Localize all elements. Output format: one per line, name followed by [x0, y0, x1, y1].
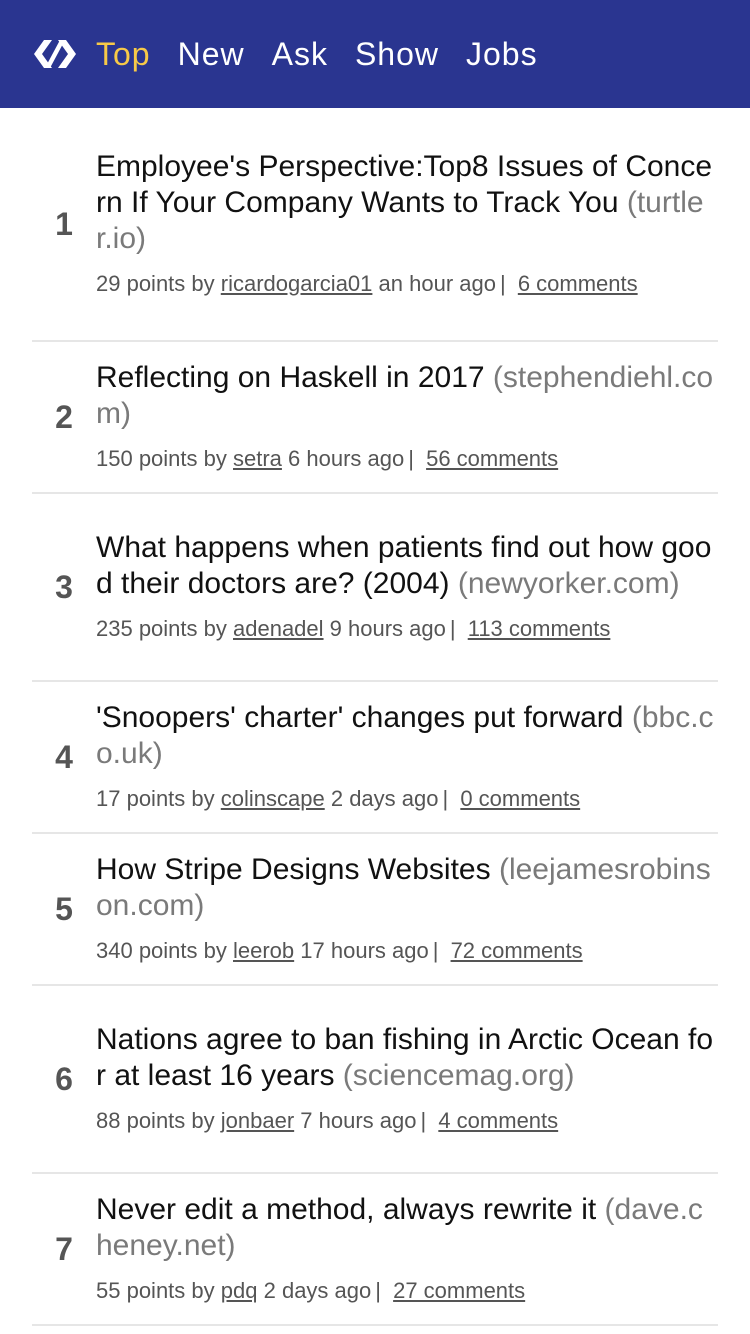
story-points: 55 points by: [96, 1278, 215, 1303]
nav-tab-ask[interactable]: Ask: [272, 36, 328, 73]
story-comments-link[interactable]: 72 comments: [451, 938, 583, 963]
story-points: 17 points by: [96, 786, 215, 811]
story-meta: 150 points by setra 6 hours ago | 56 comm…: [96, 446, 559, 471]
story-item: 4 'Snoopers' charter' changes put forwar…: [32, 682, 718, 834]
story-rank: 4: [55, 738, 73, 775]
story-title-link[interactable]: Employee's Perspective:Top8 Issues of Co…: [96, 150, 712, 219]
story-title: Reflecting on Haskell in 2017 (stephendi…: [96, 360, 718, 432]
story-body: Employee's Perspective:Top8 Issues of Co…: [96, 149, 718, 299]
story-item: 2 Reflecting on Haskell in 2017 (stephen…: [32, 342, 718, 494]
story-meta: 235 points by adenadel 9 hours ago | 113 …: [96, 616, 611, 641]
story-body: How Stripe Designs Websites (leejamesrob…: [96, 852, 718, 966]
story-user-link[interactable]: jonbaer: [221, 1108, 294, 1133]
nav-tab-jobs[interactable]: Jobs: [466, 36, 538, 73]
story-host: (sciencemag.org): [342, 1059, 575, 1092]
story-item: 5 How Stripe Designs Websites (leejamesr…: [32, 834, 718, 986]
story-item: 7 Never edit a method, always rewrite it…: [32, 1174, 718, 1326]
story-rank: 2: [55, 398, 73, 435]
story-user-link[interactable]: pdq: [221, 1278, 258, 1303]
story-title-link[interactable]: Reflecting on Haskell in 2017: [96, 361, 485, 394]
story-time: 2 days ago: [330, 786, 439, 811]
story-host: (newyorker.com): [457, 567, 680, 600]
story-comments-link[interactable]: 0 comments: [460, 786, 580, 811]
story-user-link[interactable]: setra: [233, 446, 282, 471]
story-points: 29 points by: [96, 271, 215, 296]
story-item: 6 Nations agree to ban fishing in Arctic…: [32, 986, 718, 1174]
story-meta: 340 points by leerob 17 hours ago | 72 co…: [96, 938, 583, 963]
story-meta: 55 points by pdq 2 days ago | 27 comments: [96, 1278, 526, 1303]
story-rank: 1: [55, 205, 73, 242]
story-title: What happens when patients find out how …: [96, 530, 718, 602]
story-time: 2 days ago: [263, 1278, 372, 1303]
story-body: Reflecting on Haskell in 2017 (stephendi…: [96, 360, 718, 474]
story-points: 150 points by: [96, 446, 227, 471]
story-comments-link[interactable]: 113 comments: [468, 616, 611, 641]
story-body: 'Snoopers' charter' changes put forward …: [96, 700, 718, 814]
story-time: 6 hours ago: [288, 446, 405, 471]
story-body: Nations agree to ban fishing in Arctic O…: [96, 1022, 718, 1136]
story-rank: 6: [55, 1060, 73, 1097]
story-title: Employee's Perspective:Top8 Issues of Co…: [96, 149, 718, 257]
story-time: 17 hours ago: [300, 938, 429, 963]
story-rank: 3: [55, 568, 73, 605]
story-list: 1 Employee's Perspective:Top8 Issues of …: [0, 108, 750, 1326]
story-comments-link[interactable]: 4 comments: [438, 1108, 558, 1133]
story-title-link[interactable]: 'Snoopers' charter' changes put forward: [96, 701, 623, 734]
nav-tab-show[interactable]: Show: [355, 36, 439, 73]
story-time: 9 hours ago: [329, 616, 446, 641]
story-title: How Stripe Designs Websites (leejamesrob…: [96, 852, 718, 924]
story-rank: 7: [55, 1230, 73, 1267]
story-user-link[interactable]: leerob: [233, 938, 294, 963]
story-meta: 29 points by ricardogarcia01 an hour ago…: [96, 271, 638, 296]
story-title: 'Snoopers' charter' changes put forward …: [96, 700, 718, 772]
story-item: 3 What happens when patients find out ho…: [32, 494, 718, 682]
story-time: an hour ago: [378, 271, 496, 296]
story-title: Never edit a method, always rewrite it (…: [96, 1192, 718, 1264]
story-body: Never edit a method, always rewrite it (…: [96, 1192, 718, 1306]
story-user-link[interactable]: colinscape: [221, 786, 325, 811]
story-title: Nations agree to ban fishing in Arctic O…: [96, 1022, 718, 1094]
story-meta: 17 points by colinscape 2 days ago | 0 co…: [96, 786, 581, 811]
nav-tab-new[interactable]: New: [178, 36, 245, 73]
story-user-link[interactable]: adenadel: [233, 616, 324, 641]
story-comments-link[interactable]: 56 comments: [426, 446, 558, 471]
story-item: 1 Employee's Perspective:Top8 Issues of …: [32, 108, 718, 342]
story-comments-link[interactable]: 6 comments: [518, 271, 638, 296]
nav-tab-top[interactable]: Top: [96, 36, 151, 73]
story-rank: 5: [55, 890, 73, 927]
story-points: 88 points by: [96, 1108, 215, 1133]
story-comments-link[interactable]: 27 comments: [393, 1278, 525, 1303]
story-title-link[interactable]: Never edit a method, always rewrite it: [96, 1193, 596, 1226]
story-points: 235 points by: [96, 616, 227, 641]
story-meta: 88 points by jonbaer 7 hours ago | 4 comm…: [96, 1108, 559, 1133]
app-header: Top New Ask Show Jobs: [0, 0, 750, 108]
story-title-link[interactable]: How Stripe Designs Websites: [96, 853, 491, 886]
story-user-link[interactable]: ricardogarcia01: [221, 271, 373, 296]
story-time: 7 hours ago: [300, 1108, 417, 1133]
main-nav: Top New Ask Show Jobs: [96, 36, 565, 73]
story-body: What happens when patients find out how …: [96, 530, 718, 644]
logo-icon[interactable]: [32, 37, 78, 71]
story-points: 340 points by: [96, 938, 227, 963]
